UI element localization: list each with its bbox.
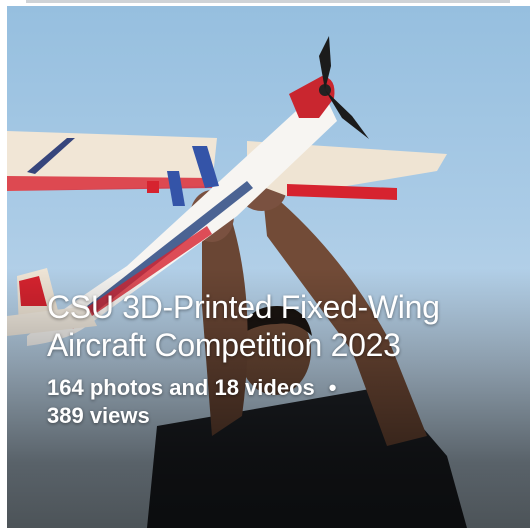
meta-separator: • — [328, 375, 337, 400]
album-card[interactable]: CSU 3D-Printed Fixed-Wing Aircraft Compe… — [7, 6, 530, 528]
album-title[interactable]: CSU 3D-Printed Fixed-Wing Aircraft Compe… — [47, 288, 487, 364]
photo-video-count: 164 photos and 18 videos — [47, 375, 315, 400]
album-caption: CSU 3D-Printed Fixed-Wing Aircraft Compe… — [47, 288, 487, 430]
album-meta: 164 photos and 18 videos • 389 views — [47, 374, 487, 430]
top-divider — [26, 0, 510, 3]
album-counts-row: 164 photos and 18 videos • — [47, 374, 487, 402]
view-count: 389 views — [47, 403, 150, 428]
